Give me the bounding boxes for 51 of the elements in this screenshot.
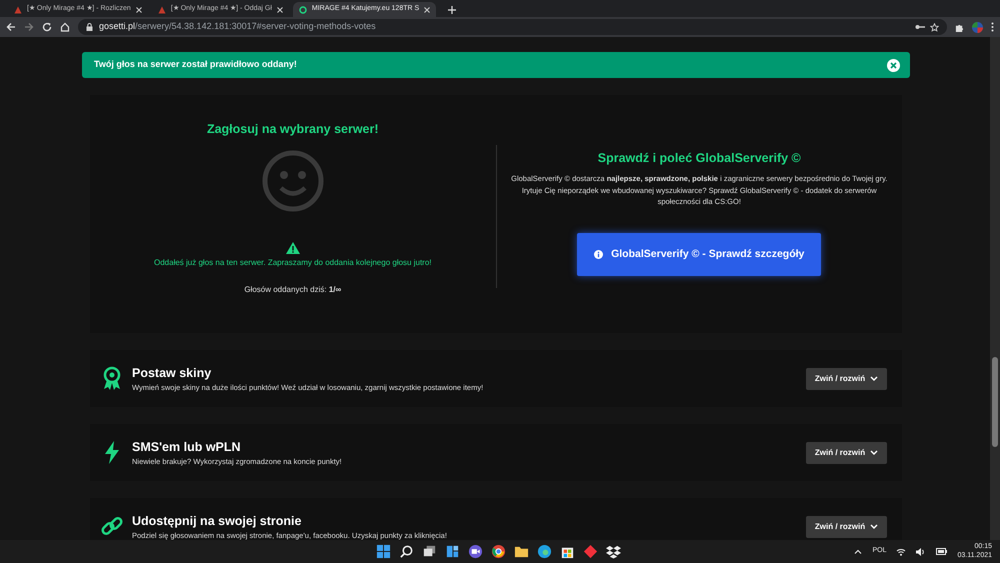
task-view-icon[interactable] — [422, 544, 437, 559]
wifi-icon[interactable] — [896, 548, 906, 556]
forward-icon[interactable] — [24, 22, 34, 32]
reload-icon[interactable] — [42, 22, 52, 32]
toggle-button[interactable]: Zwiń / rozwiń — [806, 442, 887, 464]
chevron-down-icon — [870, 524, 878, 529]
vote-notice: Oddałeś już głos na ten serwer. Zapraszamy do oddania kolejnego głosu jutro! — [154, 256, 432, 268]
promo-title: Sprawdź i poleć GlobalServerify © — [598, 150, 801, 167]
toggle-button[interactable]: Zwiń / rozwiń — [806, 516, 887, 538]
section-title: Udostępnij na swojej stronie — [132, 512, 302, 530]
chevron-down-icon — [870, 376, 878, 381]
star-icon[interactable] — [930, 22, 939, 32]
puzzle-icon[interactable] — [955, 22, 964, 32]
scrollbar-thumb[interactable] — [992, 357, 998, 447]
section-title: SMS'em lub wPLN — [132, 438, 242, 456]
menu-icon[interactable] — [991, 22, 994, 32]
chevron-down-icon — [870, 450, 878, 455]
details-button[interactable]: GlobalServerify © - Sprawdź szczegóły — [577, 233, 822, 276]
widgets-icon[interactable] — [445, 544, 460, 559]
ring-icon — [298, 6, 307, 14]
tab-favicon-icon — [14, 6, 22, 14]
new-tab-icon[interactable] — [448, 6, 456, 14]
address-bar[interactable]: gosetti.pl/serwery/54.38.142.181:30017#server-voting-methods-votes — [78, 19, 947, 35]
close-icon[interactable] — [424, 6, 430, 12]
votes-today: Głosów oddanych dziś: 1/∞ — [244, 284, 342, 296]
close-button[interactable] — [887, 58, 900, 72]
tab-favicon-icon — [158, 6, 166, 14]
close-icon[interactable] — [136, 6, 142, 12]
folder-icon[interactable] — [514, 544, 529, 559]
smiley-icon — [262, 150, 324, 212]
alert-message: Twój głos na serwer został prawidłowo oddany! — [94, 58, 297, 72]
info-icon — [594, 250, 604, 259]
battery-icon[interactable] — [936, 548, 948, 555]
browser-icon[interactable] — [491, 544, 506, 559]
speaker-icon[interactable] — [916, 548, 926, 556]
start-icon[interactable] — [376, 544, 391, 559]
chevron-up-icon[interactable] — [854, 549, 862, 554]
section-title: Postaw skiny — [132, 364, 212, 382]
url-text[interactable]: gosetti.pl/serwery/54.38.142.181:30017#server-voting-methods-votes — [99, 20, 376, 34]
warning-icon — [286, 242, 300, 254]
diamond-icon[interactable] — [583, 544, 598, 559]
key-icon[interactable] — [914, 24, 924, 30]
close-icon[interactable] — [276, 6, 283, 12]
home-icon[interactable] — [60, 22, 70, 32]
video-chat-icon[interactable] — [468, 544, 483, 559]
profile-avatar-icon[interactable] — [972, 22, 983, 32]
vote-title: Zagłosuj na wybrany serwer! — [206, 121, 379, 138]
toggle-button[interactable]: Zwiń / rozwiń — [806, 368, 887, 390]
search-icon[interactable] — [399, 544, 414, 559]
lock-icon[interactable] — [86, 23, 93, 31]
back-icon[interactable] — [6, 22, 16, 32]
